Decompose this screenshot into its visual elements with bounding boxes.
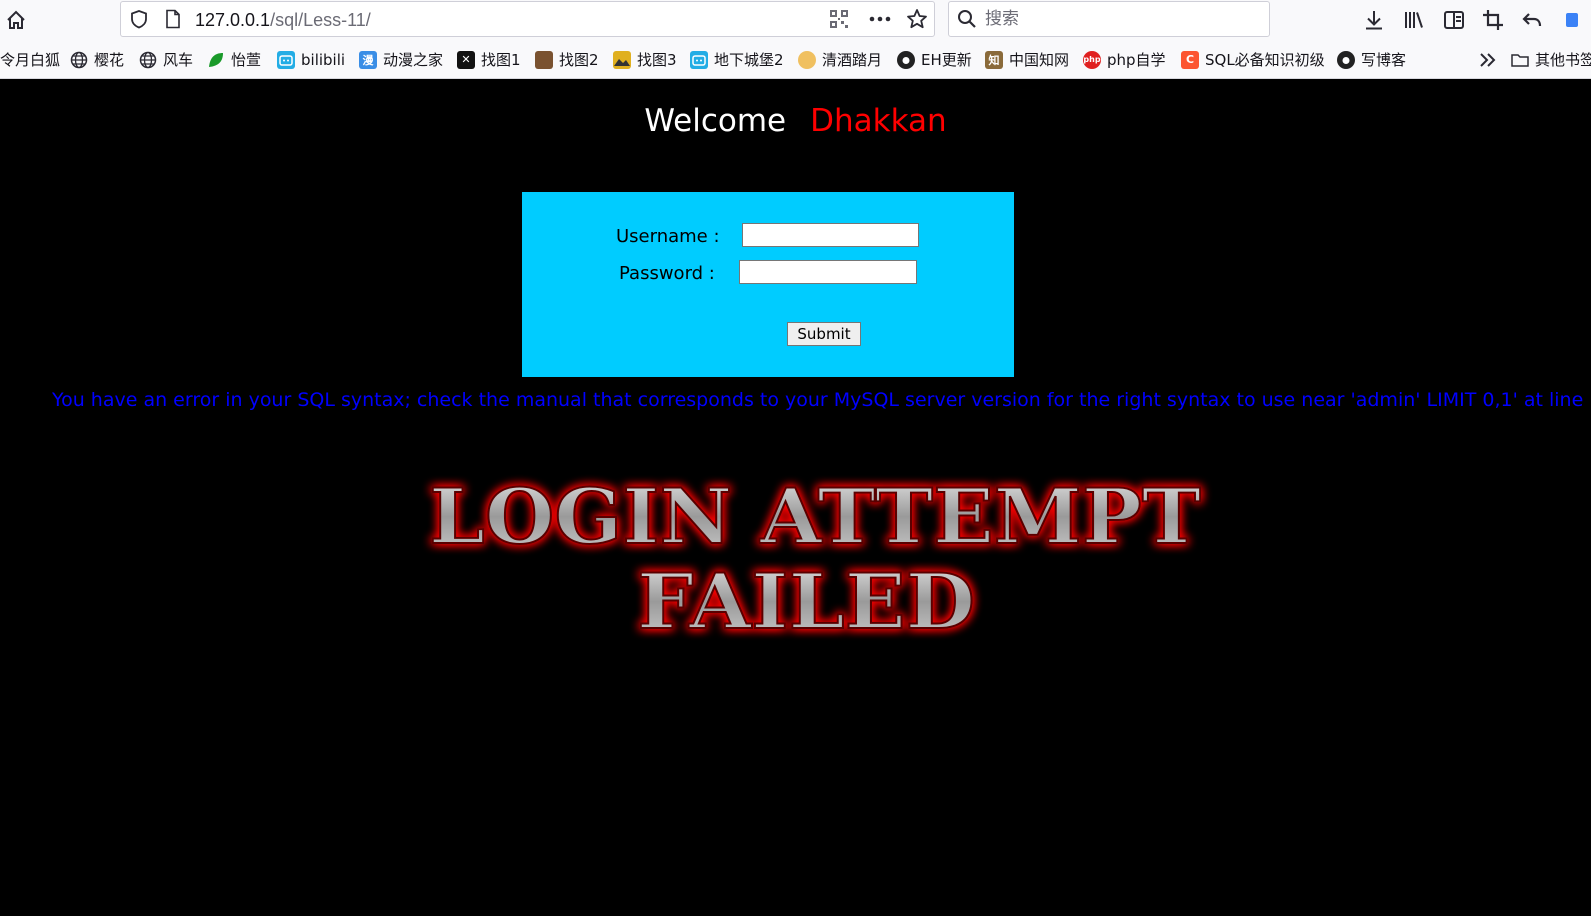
url-host: 127.0.0.1 — [195, 10, 271, 30]
bookmark-item[interactable]: 写博客 — [1337, 40, 1406, 79]
bookmark-item[interactable]: EH更新 — [897, 40, 972, 79]
bookmark-label: php自学 — [1107, 51, 1166, 69]
bookmark-label: SQL必备知识初级 — [1205, 51, 1325, 69]
login-failed-image: LOGIN ATTEMPT FAILED — [428, 471, 1202, 647]
bookmark-item[interactable]: C SQL必备知识初级 — [1181, 40, 1325, 79]
bookmark-item[interactable]: 风车 — [139, 40, 193, 79]
shield-icon[interactable] — [125, 5, 153, 33]
leaf-icon — [207, 51, 225, 69]
bookmark-label: 令月白狐 — [0, 51, 61, 69]
bookmark-item[interactable]: 令月白狐 — [0, 40, 60, 79]
bookmark-star-icon[interactable] — [903, 5, 931, 33]
bookmark-label: 清酒踏月 — [822, 51, 883, 69]
x-icon: ✕ — [457, 50, 475, 69]
password-label: Password : — [619, 263, 715, 284]
search-icon — [953, 5, 981, 33]
bookmark-item[interactable]: 怡萱 — [207, 40, 261, 79]
username-label: Username : — [616, 226, 720, 247]
github-icon — [897, 50, 915, 69]
bookmark-label: 樱花 — [94, 51, 125, 69]
more-actions-icon[interactable] — [866, 5, 894, 33]
cnki-icon: 知 — [985, 50, 1003, 69]
bookmark-item[interactable]: 樱花 — [70, 40, 124, 79]
library-icon[interactable] — [1400, 6, 1428, 34]
welcome-username: Dhakkan — [810, 103, 947, 139]
bookmark-label: 其他书签 — [1535, 51, 1591, 69]
submit-button[interactable]: Submit — [787, 322, 861, 346]
browser-toolbar: 127.0.0.1/sql/Less-11/ 搜索 — [0, 0, 1591, 40]
php-icon: php — [1083, 50, 1101, 69]
bookmark-item[interactable]: 知 中国知网 — [985, 40, 1069, 79]
download-icon[interactable] — [1360, 6, 1388, 34]
bookmark-label: 中国知网 — [1009, 51, 1070, 69]
image-icon — [535, 50, 553, 69]
bookmark-item[interactable]: php php自学 — [1083, 40, 1166, 79]
url-text[interactable]: 127.0.0.1/sql/Less-11/ — [195, 2, 371, 38]
github-icon — [1337, 50, 1355, 69]
login-form: Username : Password : Submit — [522, 192, 1014, 377]
bookmark-item[interactable]: 清酒踏月 — [798, 40, 882, 79]
bookmark-item[interactable]: 找图3 — [613, 40, 677, 79]
url-bar[interactable]: 127.0.0.1/sql/Less-11/ — [120, 1, 978, 38]
bookmark-label: 地下城堡2 — [714, 51, 784, 69]
bookmark-label: bilibili — [301, 50, 346, 69]
bookmark-label: EH更新 — [921, 51, 972, 69]
username-input[interactable] — [742, 223, 919, 247]
bookmark-label: 找图3 — [637, 51, 677, 69]
undo-icon[interactable] — [1518, 6, 1546, 34]
bookmark-item[interactable]: 地下城堡2 — [690, 40, 784, 79]
password-input[interactable] — [739, 260, 917, 284]
welcome-text: Welcome — [644, 103, 787, 139]
bookmark-item[interactable]: ✕ 找图1 — [457, 40, 521, 79]
bookmark-item[interactable]: bilibili — [277, 40, 345, 79]
bookmark-label: 怡萱 — [231, 51, 262, 69]
sidebar-icon[interactable] — [1440, 6, 1468, 34]
screenshot-crop-icon[interactable] — [1479, 6, 1507, 34]
bookmark-item[interactable]: 漫 动漫之家 — [359, 40, 443, 79]
bilibili-icon — [690, 50, 708, 69]
bookmark-label: 动漫之家 — [383, 51, 444, 69]
bookmark-label: 风车 — [163, 51, 194, 69]
bookmarks-overflow-icon[interactable] — [1478, 40, 1498, 79]
bilibili-icon — [277, 50, 295, 69]
page-icon[interactable] — [159, 5, 187, 33]
moon-icon — [798, 50, 816, 69]
bookmarks-toolbar: 令月白狐 樱花 风车 怡萱 bilibili 漫 动漫之家 ✕ 找图1 找图2 … — [0, 40, 1591, 79]
qr-code-icon[interactable] — [825, 5, 853, 33]
sql-error-message: You have an error in your SQL syntax; ch… — [52, 389, 1591, 411]
bookmark-item[interactable]: 找图2 — [535, 40, 599, 79]
csdn-icon: C — [1181, 50, 1199, 69]
bookmark-item[interactable]: 其他书签 — [1511, 40, 1591, 79]
welcome-heading: Welcome Dhakkan — [0, 103, 1591, 139]
url-path: /sql/Less-11/ — [270, 10, 371, 30]
search-placeholder: 搜索 — [985, 9, 1019, 29]
extension-icon[interactable] — [1562, 6, 1582, 34]
dmzj-icon: 漫 — [359, 50, 377, 69]
folder-icon — [1511, 51, 1529, 69]
image-icon — [613, 50, 631, 69]
globe-icon — [139, 51, 157, 69]
fail-text-line1: LOGIN ATTEMPT — [429, 472, 1201, 561]
home-icon[interactable] — [2, 6, 30, 34]
bookmark-label: 写博客 — [1361, 51, 1407, 69]
fail-text-line2: FAILED — [637, 557, 975, 646]
bookmark-label: 找图2 — [559, 51, 599, 69]
search-bar[interactable]: 搜索 — [948, 1, 1270, 37]
globe-icon — [70, 51, 88, 69]
page-content: Welcome Dhakkan Username : Password : Sub… — [0, 79, 1591, 916]
bookmark-label: 找图1 — [481, 51, 521, 69]
